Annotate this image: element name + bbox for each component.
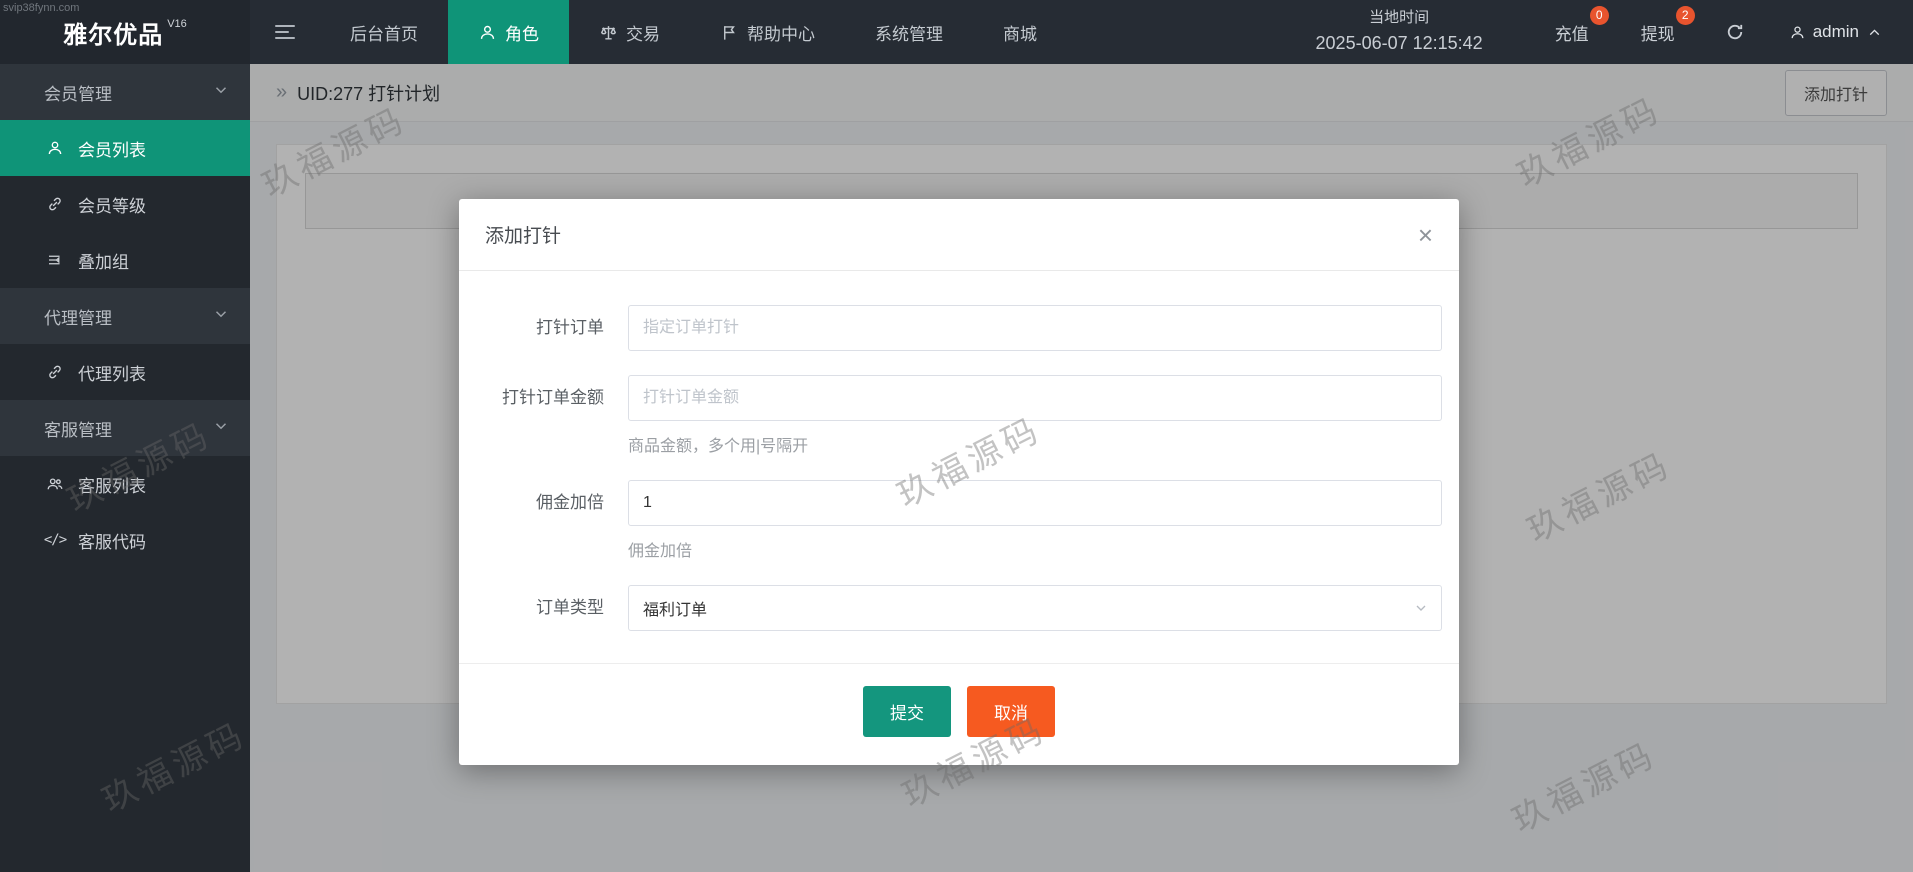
link-icon [44,363,66,381]
modal-footer: 提交 取消 [459,663,1459,765]
sidebar-group-member-management[interactable]: 会员管理 [0,64,250,120]
code-icon: </> [43,532,67,548]
nav-roles[interactable]: 角色 [448,0,569,64]
nav-trade[interactable]: 交易 [569,0,690,64]
sidebar-item-label: 会员列表 [78,140,146,160]
chevron-up-icon [1869,28,1880,35]
hamburger-icon [275,21,295,43]
withdraw-label: 提现 [1640,24,1675,44]
chevron-down-icon [212,81,230,104]
close-icon[interactable]: × [1418,222,1433,248]
nav-label: 帮助中心 [747,24,815,44]
app-window: 雅尔优品 V16 后台首页 角色 交易 帮助中心 系统管理 商城 当地时间 20… [0,0,1913,872]
sidebar-item-agent-list[interactable]: 代理列表 [0,344,250,400]
sidebar-group-label: 会员管理 [44,84,112,104]
topbar-right: 当地时间 2025-06-07 12:15:42 充值 0 提现 2 admin [1270,0,1913,64]
scales-icon [600,25,617,40]
field-hint: 商品金额，多个用|号隔开 [628,438,809,455]
people-icon [44,475,66,493]
user-menu[interactable]: admin [1769,0,1913,64]
add-injection-modal: 添加打针 × 打针订单 打针订单金额 商品金额，多个用|号隔开 [459,199,1459,765]
nav-help-center[interactable]: 帮助中心 [690,0,845,64]
sidebar-group-service-management[interactable]: 客服管理 [0,400,250,456]
sidebar-item-label: 代理列表 [78,364,146,384]
logo-version: V16 [167,18,187,30]
recharge-badge: 0 [1589,6,1609,25]
sidebar-toggle-button[interactable] [250,0,320,64]
modal-body: 打针订单 打针订单金额 商品金额，多个用|号隔开 佣金加倍 [459,271,1459,663]
person-icon [480,25,495,39]
chevron-down-icon [212,417,230,440]
form-row-order-amount: 打针订单金额 商品金额，多个用|号隔开 [479,375,1459,456]
sidebar-item-label: 叠加组 [78,252,129,272]
link-icon [44,195,66,213]
field-label: 打针订单 [536,318,604,337]
sidebar-item-member-list[interactable]: 会员列表 [0,120,250,176]
list-lines-icon [44,251,66,269]
nav-label: 交易 [626,24,660,44]
sidebar-item-service-code[interactable]: </> 客服代码 [0,512,250,568]
commission-multiplier-input[interactable] [628,480,1442,526]
field-label: 打针订单金额 [502,388,604,407]
sidebar-item-member-level[interactable]: 会员等级 [0,176,250,232]
flag-icon [724,25,735,40]
field-hint: 佣金加倍 [628,543,693,560]
chevron-down-icon [212,305,230,328]
modal-title: 添加打针 [485,226,562,247]
cancel-button[interactable]: 取消 [967,686,1055,737]
sidebar-item-service-list[interactable]: 客服列表 [0,456,250,512]
recharge-button[interactable]: 充值 0 [1529,0,1615,64]
sidebar-item-label: 客服列表 [78,476,146,496]
nav-label: 商城 [1003,24,1037,44]
topbar: 雅尔优品 V16 后台首页 角色 交易 帮助中心 系统管理 商城 当地时间 20… [0,0,1913,64]
refresh-icon [1727,24,1742,40]
content-area: » UID:277 打针计划 添加打针 添加打针 × 打针订单 指定订单打针 打… [250,64,1913,872]
nav-label: 角色 [505,24,539,44]
field-label: 佣金加倍 [536,493,604,512]
nav-label: 后台首页 [350,24,418,44]
chevron-down-icon [1416,605,1426,611]
sidebar-group-agent-management[interactable]: 代理管理 [0,288,250,344]
sidebar-group-label: 代理管理 [44,308,112,328]
order-amount-input[interactable] [628,375,1442,421]
sidebar-item-label: 会员等级 [78,196,146,216]
username: admin [1812,22,1859,41]
sidebar-group-label: 客服管理 [44,420,112,440]
field-label: 订单类型 [536,598,604,617]
nav-label: 系统管理 [875,24,943,44]
local-time-label: 当地时间 [1369,9,1430,27]
form-row-order: 打针订单 [479,305,1459,351]
order-type-select[interactable]: 福利订单 [628,585,1442,631]
sidebar: 会员管理 会员列表 会员等级 叠加组 代理管理 代理列表 客服管理 客服列表 <… [0,64,250,872]
main-nav: 后台首页 角色 交易 帮助中心 系统管理 商城 [320,0,1067,64]
nav-dashboard[interactable]: 后台首页 [320,0,448,64]
form-row-order-type: 订单类型 福利订单 [479,585,1459,631]
order-type-value: 福利订单 [643,602,708,619]
sidebar-item-label: 客服代码 [78,532,146,552]
recharge-label: 充值 [1554,24,1589,44]
nav-system-settings[interactable]: 系统管理 [845,0,973,64]
logo-text: 雅尔优品 [63,21,164,49]
nav-mall[interactable]: 商城 [973,0,1067,64]
withdraw-button[interactable]: 提现 2 [1615,0,1701,64]
local-time-value: 2025-06-07 12:15:42 [1315,32,1483,53]
app-logo: 雅尔优品 V16 [0,0,250,64]
local-time: 当地时间 2025-06-07 12:15:42 [1270,0,1529,64]
person-icon [44,139,66,157]
refresh-button[interactable] [1701,0,1769,64]
person-icon [1791,25,1804,38]
withdraw-badge: 2 [1675,6,1695,25]
form-row-commission-multiplier: 佣金加倍 佣金加倍 [479,480,1459,561]
submit-button[interactable]: 提交 [863,686,951,737]
modal-header: 添加打针 × [459,199,1459,271]
sidebar-item-stack-group[interactable]: 叠加组 [0,232,250,288]
injection-order-input[interactable] [628,305,1442,351]
